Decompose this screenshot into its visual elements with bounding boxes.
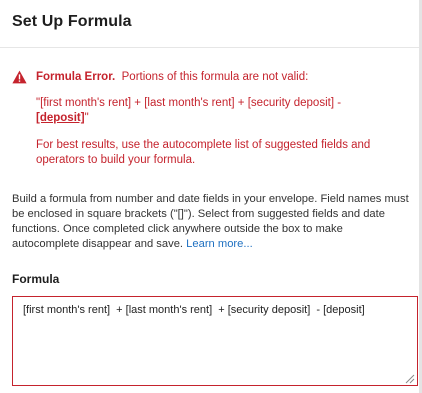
dialog-title: Set Up Formula [12,13,132,30]
formula-description: Build a formula from number and date fie… [12,192,412,252]
formula-error-alert: Formula Error. Portions of this formula … [12,70,408,168]
error-formula: "[first month's rent] + [last month's re… [36,96,366,126]
error-formula-end: " [84,112,89,124]
dialog-header: Set Up Formula [0,0,422,48]
formula-input[interactable]: [first month's rent] + [last month's ren… [12,296,418,386]
error-formula-invalid-part: [deposit] [36,112,85,124]
error-formula-valid-part: "[first month's rent] + [last month's re… [36,97,342,109]
error-content: Formula Error. Portions of this formula … [36,70,408,168]
resize-grip-icon[interactable] [405,374,415,384]
set-up-formula-dialog: Set Up Formula Formula Error. Portions o… [0,0,422,393]
warning-triangle-icon [12,70,27,84]
formula-label: Formula [12,272,60,286]
error-heading: Formula Error. Portions of this formula … [36,70,408,85]
learn-more-link[interactable]: Learn more... [186,238,253,250]
error-hint: For best results, use the autocomplete l… [36,139,371,166]
error-message: Portions of this formula are not valid: [121,71,309,83]
error-title: Formula Error. [36,71,116,83]
